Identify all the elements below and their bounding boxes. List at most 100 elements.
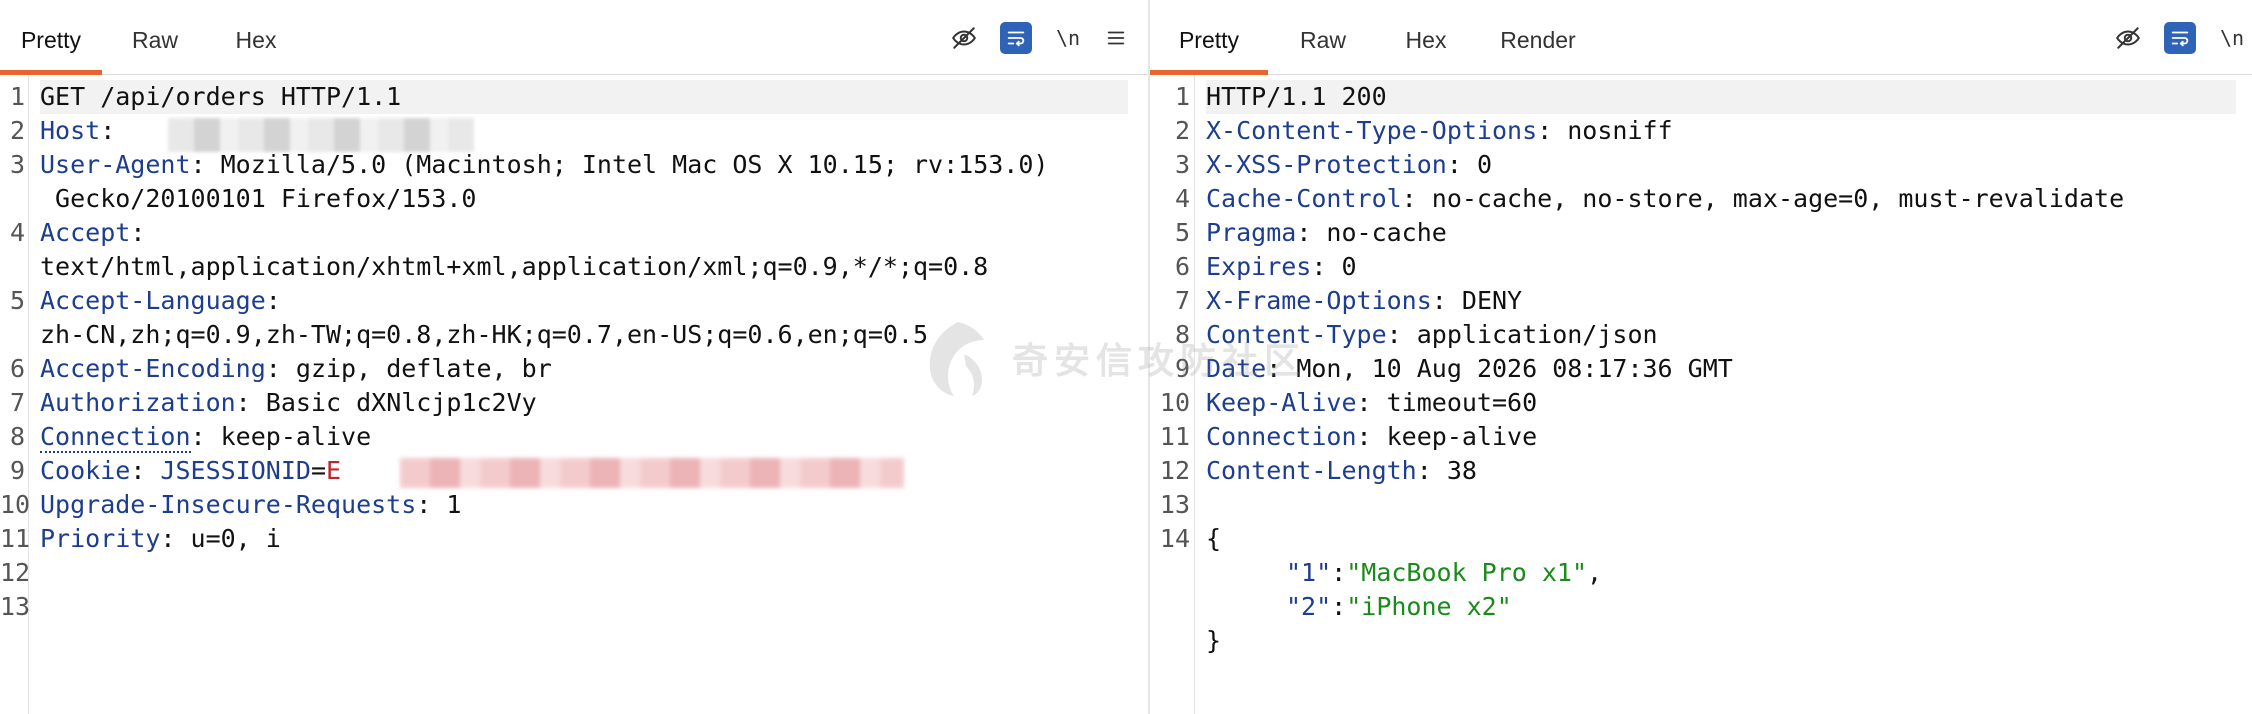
- header-value: u=0, i: [190, 524, 281, 553]
- request-editor[interactable]: 1 2 3 4 5 6 7 8 9 10 11 12 13 GET /api/o…: [0, 75, 1148, 714]
- response-header: Content-Type: application/json: [1206, 318, 2236, 352]
- header-value: timeout=60: [1386, 388, 1538, 417]
- request-tab-raw[interactable]: Raw: [122, 0, 188, 74]
- json-colon: :: [1331, 592, 1347, 621]
- header-key: User-Agent: [40, 150, 191, 179]
- line-number: 8: [9, 422, 25, 451]
- header-separator: :: [1446, 150, 1477, 179]
- header-key: Accept-Encoding: [40, 354, 266, 383]
- header-separator: :: [130, 218, 146, 247]
- request-header-upgrade-insecure: Upgrade-Insecure-Requests: 1: [40, 488, 1132, 522]
- header-key: Content-Length: [1206, 456, 1417, 485]
- response-tab-pretty[interactable]: Pretty: [1150, 0, 1268, 75]
- line-number: 11: [0, 524, 31, 553]
- header-value: gzip, deflate, br: [295, 354, 552, 383]
- request-header-connection: Connection: keep-alive: [40, 420, 1132, 454]
- request-header-priority: Priority: u=0, i: [40, 522, 1132, 556]
- header-key: X-Content-Type-Options: [1206, 116, 1538, 145]
- header-key: Keep-Alive: [1206, 388, 1357, 417]
- header-value-continued: Gecko/20100101 Firefox/153.0: [40, 184, 477, 213]
- header-separator: :: [416, 490, 447, 519]
- line-number: 4: [1174, 184, 1190, 213]
- show-newlines-button[interactable]: \n: [2216, 22, 2248, 54]
- response-header: X-Content-Type-Options: nosniff: [1206, 114, 2236, 148]
- header-value: 38: [1446, 456, 1477, 485]
- hide-nonprintable-icon[interactable]: [2112, 22, 2144, 54]
- status-line-text: HTTP/1.1 200: [1206, 82, 1387, 111]
- header-key: Content-Type: [1206, 320, 1387, 349]
- response-header: Keep-Alive: timeout=60: [1206, 386, 2236, 420]
- header-value: 0: [1476, 150, 1492, 179]
- redacted-host-value: [168, 118, 474, 152]
- header-separator: :: [1356, 388, 1387, 417]
- header-key: Cookie: [40, 456, 131, 485]
- request-header-cookie: Cookie: JSESSIONID=E: [40, 454, 1132, 488]
- header-key: Pragma: [1206, 218, 1297, 247]
- line-number: 3: [9, 150, 25, 179]
- line-number: 6: [9, 354, 25, 383]
- request-line-text: GET /api/orders HTTP/1.1: [40, 82, 402, 111]
- line-number: 3: [1174, 150, 1190, 179]
- request-tab-hex[interactable]: Hex: [226, 0, 286, 74]
- header-key: Accept: [40, 218, 131, 247]
- response-header: Expires: 0: [1206, 250, 2236, 284]
- request-header-accept-language: Accept-Language:: [40, 284, 1132, 318]
- line-number: 14: [1159, 524, 1190, 553]
- line-number: 2: [1174, 116, 1190, 145]
- line-number: 7: [1174, 286, 1190, 315]
- header-key: X-XSS-Protection: [1206, 150, 1447, 179]
- header-separator: :: [1356, 422, 1387, 451]
- json-close-brace: }: [1206, 624, 2236, 658]
- header-key: X-Frame-Options: [1206, 286, 1432, 315]
- header-separator: :: [1266, 354, 1297, 383]
- response-tab-render[interactable]: Render: [1494, 0, 1582, 74]
- request-header-user-agent-wrap: Gecko/20100101 Firefox/153.0: [40, 182, 1132, 216]
- response-header: X-Frame-Options: DENY: [1206, 284, 2236, 318]
- json-string-value: "MacBook Pro x1": [1346, 558, 1588, 587]
- word-wrap-icon[interactable]: [2164, 22, 2196, 54]
- header-value: keep-alive: [1386, 422, 1538, 451]
- line-number: 13: [0, 592, 31, 621]
- response-header: X-XSS-Protection: 0: [1206, 148, 2236, 182]
- cookie-equals: =: [310, 456, 326, 485]
- json-entry-1: "1":"MacBook Pro x1",: [1286, 556, 2236, 590]
- request-line-gutter: 1 2 3 4 5 6 7 8 9 10 11 12 13: [0, 75, 31, 714]
- header-key: Cache-Control: [1206, 184, 1402, 213]
- header-value: no-cache, no-store, max-age=0, must-reva…: [1431, 184, 2125, 213]
- line-number: 9: [9, 456, 25, 485]
- response-header: Connection: keep-alive: [1206, 420, 2236, 454]
- word-wrap-icon[interactable]: [1000, 22, 1032, 54]
- hide-nonprintable-icon[interactable]: [948, 22, 980, 54]
- header-key: Connection: [40, 422, 191, 453]
- request-line: GET /api/orders HTTP/1.1: [40, 80, 1128, 114]
- response-tab-raw[interactable]: Raw: [1290, 0, 1356, 74]
- line-number: 10: [1159, 388, 1190, 417]
- header-value: nosniff: [1567, 116, 1673, 145]
- show-newlines-button[interactable]: \n: [1052, 22, 1084, 54]
- header-value: Mozilla/5.0 (Macintosh; Intel Mac OS X 1…: [220, 150, 1049, 179]
- header-key: Accept-Language: [40, 286, 266, 315]
- request-tab-pretty[interactable]: Pretty: [0, 0, 102, 75]
- line-number: 13: [1159, 490, 1190, 519]
- response-header: Pragma: no-cache: [1206, 216, 2236, 250]
- header-separator: :: [1401, 184, 1432, 213]
- line-number: 5: [9, 286, 25, 315]
- response-tab-hex[interactable]: Hex: [1396, 0, 1456, 74]
- header-separator: :: [235, 388, 266, 417]
- json-key: "2": [1286, 592, 1332, 621]
- request-header-accept-encoding: Accept-Encoding: gzip, deflate, br: [40, 352, 1132, 386]
- header-key: Priority: [40, 524, 161, 553]
- header-key: Upgrade-Insecure-Requests: [40, 490, 417, 519]
- line-number: 10: [0, 490, 31, 519]
- header-key: Expires: [1206, 252, 1312, 281]
- cookie-name: JSESSIONID: [160, 456, 311, 485]
- response-tabbar: Pretty Raw Hex Render \n: [1150, 0, 2252, 75]
- header-separator: :: [1311, 252, 1342, 281]
- menu-icon[interactable]: [1100, 22, 1132, 54]
- header-value: keep-alive: [220, 422, 372, 451]
- header-separator: :: [1296, 218, 1327, 247]
- json-brace: {: [1206, 524, 1222, 553]
- header-separator: :: [1431, 286, 1462, 315]
- response-editor[interactable]: 1 2 3 4 5 6 7 8 9 10 11 12 13 14 HTTP/1.…: [1150, 75, 2252, 714]
- response-status-line: HTTP/1.1 200: [1206, 80, 2236, 114]
